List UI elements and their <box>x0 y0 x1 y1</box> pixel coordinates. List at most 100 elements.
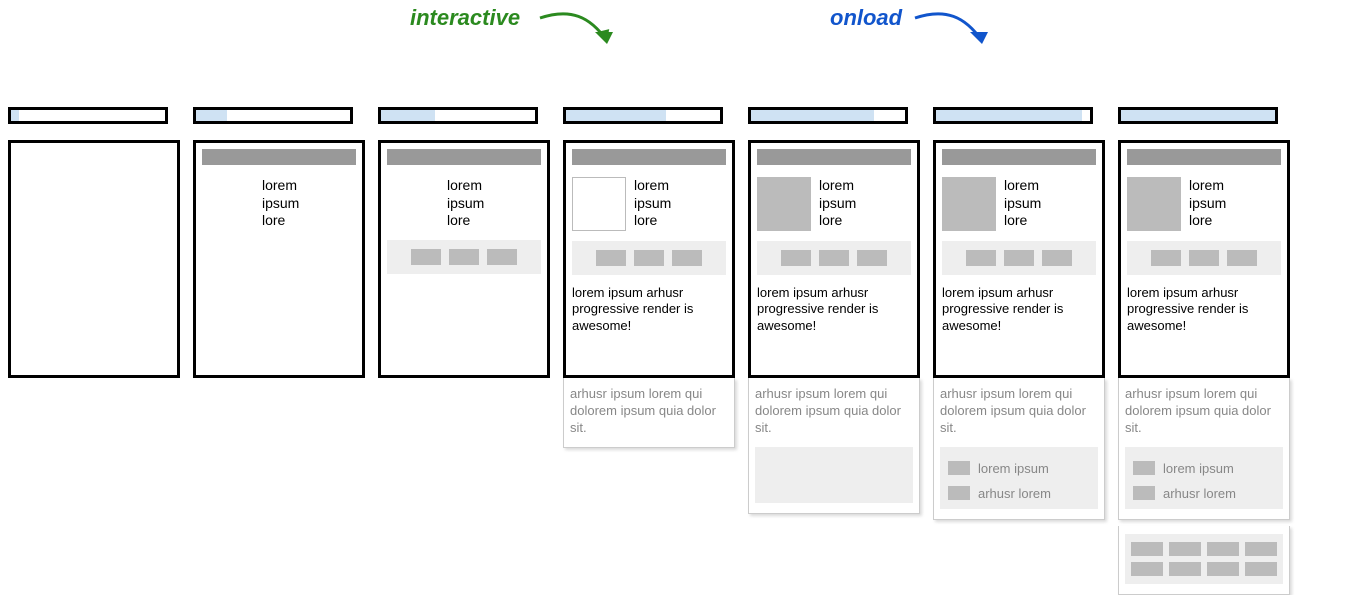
grid-cell <box>1169 542 1201 556</box>
below-fold-card: arhusr ipsum lorem qui dolorem ipsum qui… <box>933 378 1105 520</box>
frame-2: lorem ipsum lore <box>193 107 353 595</box>
grid-cell <box>1169 562 1201 576</box>
list-placeholder: lorem ipsum arhusr lorem <box>1125 447 1283 509</box>
browser-chrome <box>1118 107 1278 124</box>
thumb <box>672 250 702 266</box>
list-label: lorem ipsum <box>1163 461 1234 476</box>
title-placeholder <box>757 149 911 165</box>
hero-text: lorem ipsum lore <box>447 177 484 230</box>
arrow-onload-icon <box>910 6 1000 61</box>
thumb <box>596 250 626 266</box>
thumb <box>1004 250 1034 266</box>
hero-image <box>757 177 811 231</box>
list-item: arhusr lorem <box>944 484 1094 503</box>
title-placeholder <box>572 149 726 165</box>
thumb <box>966 250 996 266</box>
thumb <box>1227 250 1257 266</box>
thumbs-row <box>1127 241 1281 275</box>
thumb <box>411 249 441 265</box>
browser-chrome <box>563 107 723 124</box>
thumbs-row <box>942 241 1096 275</box>
grey-paragraph: arhusr ipsum lorem qui dolorem ipsum qui… <box>570 386 728 437</box>
title-placeholder <box>387 149 541 165</box>
body-text: lorem ipsum arhusr progressive render is… <box>942 285 1096 334</box>
thumb-icon <box>1133 486 1155 500</box>
viewport: lorem ipsum lore lorem ipsum arhusr prog… <box>748 140 920 378</box>
grid-cell <box>1131 542 1163 556</box>
browser-chrome <box>193 107 353 124</box>
viewport: lorem ipsum lore lorem ipsum arhusr prog… <box>563 140 735 378</box>
viewport <box>8 140 180 378</box>
thumb <box>1042 250 1072 266</box>
viewport: lorem ipsum lore lorem ipsum arhusr prog… <box>933 140 1105 378</box>
grey-paragraph: arhusr ipsum lorem qui dolorem ipsum qui… <box>1125 386 1283 437</box>
thumb-icon <box>1133 461 1155 475</box>
thumb-icon <box>948 461 970 475</box>
list-item: arhusr lorem <box>1129 484 1279 503</box>
below-fold-card: arhusr ipsum lorem qui dolorem ipsum qui… <box>748 378 920 514</box>
hero-text: lorem ipsum lore <box>819 177 856 231</box>
list-label: arhusr lorem <box>1163 486 1236 501</box>
grid-cell <box>1131 562 1163 576</box>
progress-bar <box>11 110 19 121</box>
grid-cell <box>1207 562 1239 576</box>
title-placeholder <box>942 149 1096 165</box>
thumb <box>634 250 664 266</box>
list-label: arhusr lorem <box>978 486 1051 501</box>
below-fold-card-2 <box>1118 526 1290 595</box>
frame-4-interactive: lorem ipsum lore lorem ipsum arhusr prog… <box>563 107 723 595</box>
grey-paragraph: arhusr ipsum lorem qui dolorem ipsum qui… <box>755 386 913 437</box>
arrow-interactive-icon <box>535 6 625 61</box>
thumb <box>857 250 887 266</box>
list-item: lorem ipsum <box>944 459 1094 478</box>
hero-image-placeholder <box>572 177 626 231</box>
thumb <box>1189 250 1219 266</box>
thumb <box>487 249 517 265</box>
thumbs-row <box>572 241 726 275</box>
progress-bar <box>381 110 435 121</box>
frame-5: lorem ipsum lore lorem ipsum arhusr prog… <box>748 107 908 595</box>
progress-bar <box>1121 110 1275 121</box>
title-placeholder <box>1127 149 1281 165</box>
grid-cell <box>1245 542 1277 556</box>
viewport: lorem ipsum lore lorem ipsum arhusr prog… <box>1118 140 1290 378</box>
hero-text: lorem ipsum lore <box>262 177 299 230</box>
viewport: lorem ipsum lore <box>378 140 550 378</box>
frame-1 <box>8 107 168 595</box>
thumbs-row <box>757 241 911 275</box>
thumb <box>819 250 849 266</box>
browser-chrome <box>378 107 538 124</box>
grid-cell <box>1245 562 1277 576</box>
interactive-label: interactive <box>410 5 520 31</box>
progressive-rendering-diagram: interactive onload lorem ip <box>0 0 1361 586</box>
media-placeholder <box>755 447 913 503</box>
title-placeholder <box>202 149 356 165</box>
body-text: lorem ipsum arhusr progressive render is… <box>757 285 911 334</box>
frame-6-onload: lorem ipsum lore lorem ipsum arhusr prog… <box>933 107 1093 595</box>
thumb-icon <box>948 486 970 500</box>
hero-image <box>942 177 996 231</box>
browser-chrome <box>748 107 908 124</box>
browser-chrome <box>933 107 1093 124</box>
thumbs-row <box>387 240 541 274</box>
hero-text: lorem ipsum lore <box>1004 177 1041 231</box>
hero-text: lorem ipsum lore <box>634 177 671 231</box>
browser-chrome <box>8 107 168 124</box>
progress-bar <box>936 110 1082 121</box>
thumb <box>1151 250 1181 266</box>
viewport: lorem ipsum lore <box>193 140 365 378</box>
grid-cell <box>1207 542 1239 556</box>
list-item: lorem ipsum <box>1129 459 1279 478</box>
progress-bar <box>751 110 874 121</box>
below-fold-card: arhusr ipsum lorem qui dolorem ipsum qui… <box>563 378 735 448</box>
hero-image <box>1127 177 1181 231</box>
frames-row: lorem ipsum lore lorem ipsum lore <box>8 107 1278 595</box>
frame-3: lorem ipsum lore <box>378 107 538 595</box>
body-text: lorem ipsum arhusr progressive render is… <box>572 285 726 334</box>
grey-paragraph: arhusr ipsum lorem qui dolorem ipsum qui… <box>940 386 1098 437</box>
progress-bar <box>566 110 666 121</box>
hero-text: lorem ipsum lore <box>1189 177 1226 231</box>
list-placeholder: lorem ipsum arhusr lorem <box>940 447 1098 509</box>
list-label: lorem ipsum <box>978 461 1049 476</box>
thumb <box>449 249 479 265</box>
